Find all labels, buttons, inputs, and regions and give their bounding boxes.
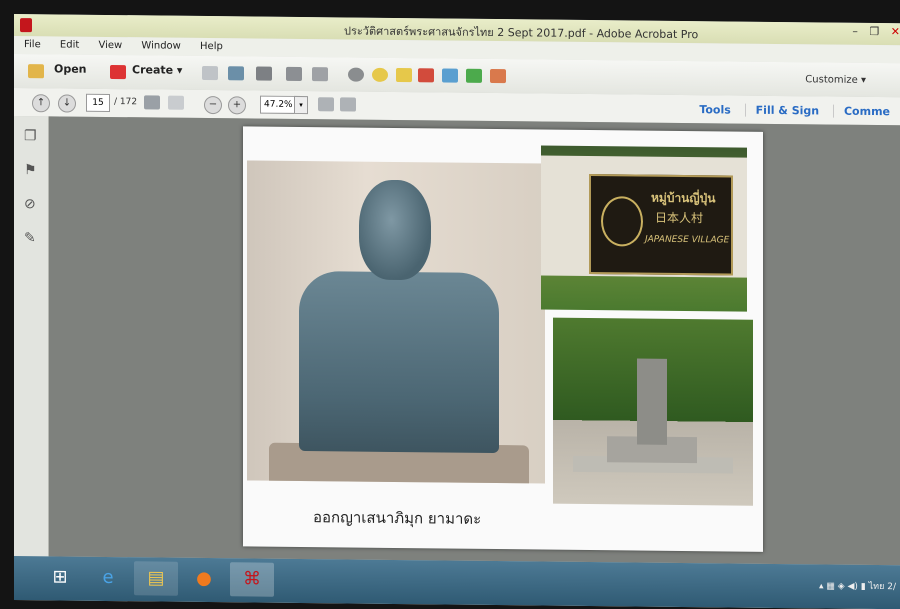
extract-page-icon[interactable] (442, 68, 458, 83)
hand-tool-icon[interactable] (168, 95, 184, 110)
page-number-input[interactable]: 15 (86, 93, 110, 113)
attachments-icon[interactable]: ⊘ (24, 196, 38, 212)
fit-width-icon[interactable] (318, 97, 334, 112)
task-pane-links: Tools Fill & Sign Comme (689, 103, 900, 119)
close-button[interactable]: ✕ (891, 25, 900, 38)
window-controls: – ❐ ✕ (844, 25, 900, 38)
slide-caption: ออกญาเสนาภิมุก ยามาดะ (313, 508, 482, 528)
create-pdf-icon (110, 65, 126, 80)
fill-sign-link[interactable]: Fill & Sign (744, 103, 830, 118)
acrobat-taskbar-icon[interactable]: ⌘ (230, 562, 274, 597)
start-button[interactable]: ⊞ (38, 560, 82, 594)
open-button[interactable]: Open (54, 62, 87, 75)
comment-link[interactable]: Comme (832, 104, 900, 119)
monument-photo (553, 317, 753, 506)
page-thumbnails-icon[interactable]: ❐ (24, 128, 38, 144)
highlight-icon[interactable] (396, 68, 412, 83)
cloud-upload-icon[interactable] (228, 66, 244, 81)
bookmarks-icon[interactable]: ⚑ (24, 162, 38, 178)
comment-icon[interactable] (372, 67, 388, 82)
zoom-input[interactable]: 47.2% (260, 95, 295, 114)
emblem-icon (601, 196, 643, 247)
sign-thai-text: หมู่บ้านญี่ปุ่น (651, 190, 716, 206)
menu-window[interactable]: Window (131, 37, 186, 52)
page-total: / 172 (114, 97, 138, 108)
menu-edit[interactable]: Edit (50, 36, 85, 50)
clock-date[interactable]: 2/ (887, 582, 896, 592)
next-page-button[interactable]: ↓ (58, 94, 76, 113)
language-indicator[interactable]: ไทย (869, 582, 885, 592)
menu-help[interactable]: Help (190, 38, 229, 52)
bust-body (299, 270, 499, 454)
print-icon[interactable] (256, 66, 272, 81)
yamada-bust-photo (247, 160, 545, 484)
create-button[interactable]: Create ▾ (132, 63, 182, 77)
save-icon[interactable] (202, 65, 218, 81)
select-cursor-icon[interactable] (144, 95, 160, 110)
delete-page-icon[interactable] (418, 68, 434, 83)
japanese-village-sign-photo: หมู่บ้านญี่ปุ่น 日本人村 JAPANESE VILLAGE (541, 145, 747, 312)
customize-button[interactable]: Customize ▾ (805, 74, 866, 86)
tray-icons[interactable]: ▴ ▦ ◈ ◀) ▮ (819, 581, 869, 592)
sign-board: หมู่บ้านญี่ปุ่น 日本人村 JAPANESE VILLAGE (589, 174, 733, 276)
screen: ประวัติศาสตร์พระศาสนจักรไทย 2 Sept 2017.… (14, 14, 900, 609)
gear-icon[interactable] (348, 67, 364, 82)
system-tray: ▴ ▦ ◈ ◀) ▮ ไทย 2/ (819, 578, 896, 593)
zoom-dropdown[interactable]: ▾ (294, 95, 308, 115)
insert-page-icon[interactable] (466, 68, 482, 83)
menu-file[interactable]: File (14, 36, 47, 50)
edit-icon[interactable] (286, 66, 302, 82)
minimize-button[interactable]: – (852, 25, 858, 38)
bust-head (359, 179, 431, 281)
document-viewport[interactable]: ออกญาเสนาภิมุก ยามาดะ หมู่บ้านญี่ปุ่น 日本… (49, 116, 900, 566)
menu-view[interactable]: View (88, 37, 128, 51)
previous-page-button[interactable]: ↑ (32, 94, 50, 113)
pdf-page: ออกญาเสนาภิมุก ยามาดะ หมู่บ้านญี่ปุ่น 日本… (243, 126, 763, 552)
tools-link[interactable]: Tools (689, 103, 740, 117)
navigation-pane: ❐ ⚑ ⊘ ✎ (14, 116, 49, 557)
zoom-out-button[interactable]: − (204, 95, 222, 115)
file-explorer-icon[interactable]: ▤ (134, 561, 178, 596)
firefox-icon[interactable]: ● (182, 562, 226, 596)
sign-english-text: JAPANESE VILLAGE (645, 234, 730, 246)
fit-page-icon[interactable] (340, 97, 356, 112)
sign-icon[interactable] (490, 68, 506, 84)
internet-explorer-icon[interactable]: e (86, 561, 130, 595)
acrobat-app-icon[interactable] (20, 18, 32, 33)
sign-japanese-text: 日本人村 (655, 210, 704, 226)
maximize-button[interactable]: ❐ (869, 25, 879, 38)
monument-pillar (637, 358, 667, 445)
signatures-icon[interactable]: ✎ (24, 230, 38, 246)
email-icon[interactable] (312, 67, 328, 82)
folder-icon (28, 64, 44, 79)
zoom-in-button[interactable]: + (228, 96, 246, 115)
windows-taskbar: ⊞ e ▤ ● ⌘ ▴ ▦ ◈ ◀) ▮ ไทย 2/ (14, 556, 900, 609)
